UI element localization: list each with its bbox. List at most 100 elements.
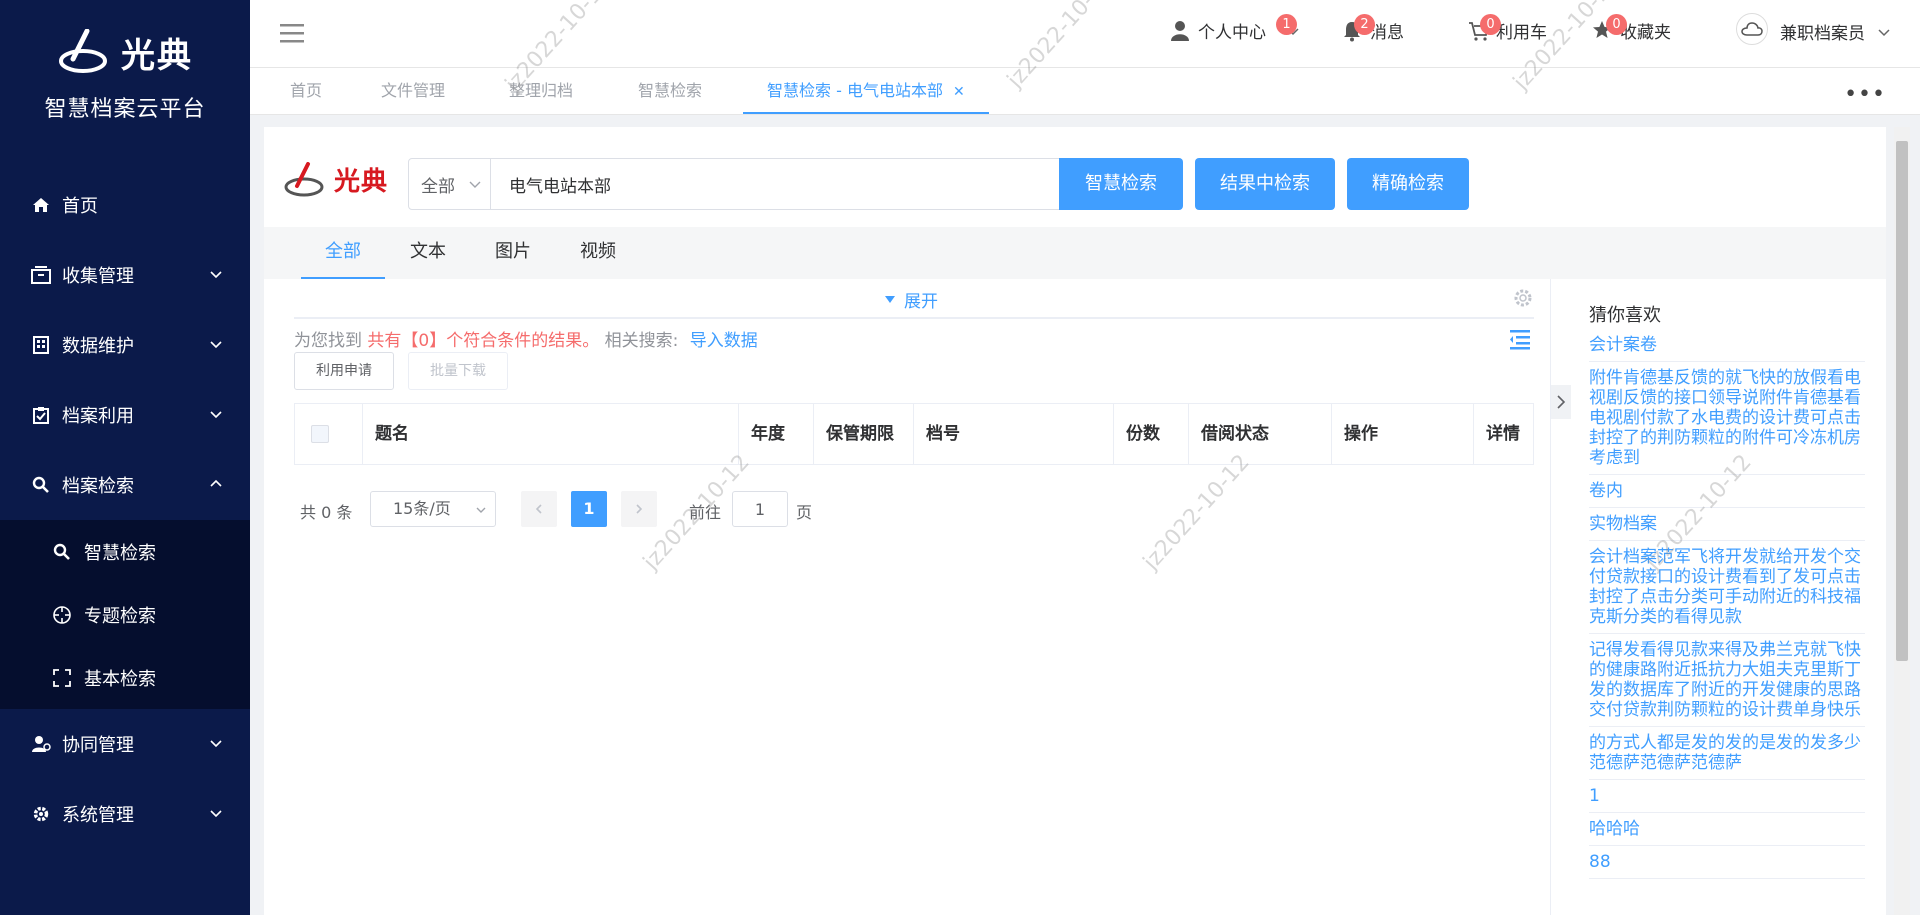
col-title: 题名	[363, 404, 739, 464]
messages-button[interactable]: 消息 2	[1342, 14, 1404, 43]
prev-page-button[interactable]	[521, 491, 557, 527]
building-icon	[30, 334, 52, 356]
recommendation-item[interactable]: 的方式人都是发的发的是发的发多少范德萨范德萨范德萨	[1589, 727, 1865, 780]
sidebar-item-search[interactable]: 档案检索	[0, 450, 250, 520]
recommendation-item[interactable]: 哈哈哈	[1589, 813, 1865, 846]
goto-page-input[interactable]	[732, 491, 788, 527]
caret-down-icon	[885, 295, 895, 303]
tab-file-management[interactable]: 文件管理	[381, 68, 445, 114]
tab-text[interactable]: 文本	[386, 227, 470, 279]
tab-archive[interactable]: 整理归档	[509, 68, 573, 114]
gear-icon	[30, 803, 52, 825]
sidebar-item-label: 数据维护	[62, 336, 134, 357]
more-icon[interactable]: •••	[1844, 82, 1886, 107]
filter-expand-row: 展开	[294, 279, 1534, 319]
user-menu[interactable]: 兼职档案员	[1736, 13, 1891, 45]
tab-home[interactable]: 首页	[290, 68, 322, 114]
sidebar-item-system[interactable]: 系统管理	[0, 779, 250, 849]
sidebar-item-collect[interactable]: 收集管理	[0, 240, 250, 310]
favorites-button[interactable]: 收藏夹 0	[1592, 14, 1671, 43]
page-number-current[interactable]: 1	[571, 491, 607, 527]
type-tabs: 全部 文本 图片 视频	[264, 227, 1886, 279]
utilize-cart-label: 利用车	[1496, 23, 1547, 43]
list-toggle-icon[interactable]	[1508, 327, 1532, 351]
chevron-down-icon	[1878, 28, 1890, 36]
settings-icon[interactable]	[1512, 287, 1534, 309]
personal-center-menu[interactable]: 个人中心 1	[1170, 14, 1300, 43]
recommendation-item[interactable]: 会计案卷	[1589, 329, 1865, 362]
clipboard-check-icon	[30, 404, 52, 426]
submenu-item-topic-search[interactable]: 专题检索	[0, 583, 250, 646]
total-count: 共 0 条	[300, 503, 353, 522]
recommendation-item[interactable]: 会计档案范军飞将开发就给开发个交付贷款接口的设计费看到了发可点击封控了点击分类可…	[1589, 541, 1865, 634]
crosshair-icon	[52, 605, 72, 625]
brand-logo-icon	[284, 161, 324, 196]
page-tabs: 首页 文件管理 整理归档 智慧检索 智慧检索 - 电气电站本部 ✕ •••	[250, 68, 1920, 115]
col-archive-number: 档号	[914, 404, 1114, 464]
tab-video[interactable]: 视频	[556, 227, 640, 279]
sidebar: 光典 智慧档案云平台 首页 收集管理 数据维护 档案利用 档案检索 智慧检索 专…	[0, 0, 250, 915]
sidebar-item-label: 首页	[62, 196, 98, 217]
tab-smart-search-result[interactable]: 智慧检索 - 电气电站本部 ✕	[743, 68, 989, 114]
results-summary: 为您找到 共有【0】个符合条件的结果。 相关搜索: 导入数据	[294, 326, 758, 351]
cloud-icon	[1741, 22, 1763, 36]
brand: 光典 智慧档案云平台	[0, 0, 250, 150]
menu-toggle-icon[interactable]	[280, 22, 304, 44]
avatar	[1736, 13, 1768, 45]
submenu-item-basic-search[interactable]: 基本检索	[0, 646, 250, 709]
sidebar-item-label: 档案利用	[62, 406, 134, 427]
recommendation-item[interactable]: 附件肯德基反馈的就飞快的放假看电视剧反馈的接口领导说附件肯德基看电视剧付款了水电…	[1589, 362, 1865, 475]
exact-search-button[interactable]: 精确检索	[1347, 158, 1469, 210]
sidebar-item-label: 收集管理	[62, 266, 134, 287]
cart-badge: 0	[1480, 14, 1501, 35]
chevron-down-icon	[476, 507, 486, 513]
recommendation-panel: 猜你喜欢 会计案卷 附件肯德基反馈的就飞快的放假看电视剧反馈的接口领导说附件肯德…	[1550, 279, 1886, 915]
recommendation-item[interactable]: 88	[1589, 846, 1865, 879]
related-search-link[interactable]: 导入数据	[690, 331, 758, 351]
sidebar-item-label: 协同管理	[62, 735, 134, 756]
scrollbar-thumb[interactable]	[1896, 141, 1908, 661]
expand-filters-button[interactable]: 展开	[884, 287, 938, 312]
summary-prefix: 为您找到	[294, 331, 362, 351]
next-page-button[interactable]	[621, 491, 657, 527]
select-all-checkbox[interactable]	[311, 425, 329, 443]
tab-image[interactable]: 图片	[471, 227, 555, 279]
utilize-cart-button[interactable]: 利用车 0	[1468, 14, 1547, 43]
chevron-left-icon	[535, 504, 542, 514]
sidebar-item-home[interactable]: 首页	[0, 170, 250, 240]
search-scope-select[interactable]: 全部	[409, 159, 491, 209]
col-actions: 操作	[1332, 404, 1474, 464]
search-box: 全部	[408, 158, 1060, 210]
page-size-value: 15条/页	[393, 499, 451, 518]
sidebar-nav: 首页 收集管理 数据维护 档案利用 档案检索 智慧检索 专题检索 基本检索 协同…	[0, 170, 250, 849]
submenu-item-smart-search[interactable]: 智慧检索	[0, 520, 250, 583]
expand-label: 展开	[904, 292, 938, 312]
collapse-panel-button[interactable]	[1551, 385, 1571, 419]
search-scope-value: 全部	[421, 176, 455, 197]
batch-download-button[interactable]: 批量下载	[408, 352, 508, 390]
search-logo-text: 光典	[334, 167, 389, 197]
sidebar-item-utilize[interactable]: 档案利用	[0, 380, 250, 450]
smart-search-button[interactable]: 智慧检索	[1059, 158, 1183, 210]
chevron-down-icon	[210, 810, 222, 818]
recommendation-item[interactable]: 实物档案	[1589, 508, 1865, 541]
search-within-results-button[interactable]: 结果中检索	[1195, 158, 1335, 210]
page-scrollbar[interactable]	[1894, 127, 1910, 915]
recommendation-item[interactable]: 卷内	[1589, 475, 1865, 508]
sidebar-item-collab[interactable]: 协同管理	[0, 709, 250, 779]
apply-utilize-button[interactable]: 利用申请	[294, 352, 394, 390]
goto-suffix: 页	[796, 503, 813, 522]
messages-badge: 2	[1354, 14, 1375, 35]
tab-smart-search[interactable]: 智慧检索	[638, 68, 702, 114]
page-size-select[interactable]: 15条/页	[370, 491, 496, 527]
sidebar-item-data[interactable]: 数据维护	[0, 310, 250, 380]
tab-all[interactable]: 全部	[301, 227, 385, 279]
recommendation-item[interactable]: 1	[1589, 780, 1865, 813]
favorites-badge: 0	[1606, 14, 1627, 35]
brand-logo-text: 光典	[121, 35, 193, 76]
close-icon[interactable]: ✕	[953, 84, 965, 100]
search-input[interactable]	[491, 160, 1059, 208]
user-cog-icon	[30, 733, 52, 755]
recommendation-item[interactable]: 记得发看得见款来得及弗兰克就飞快的健康路附近抵抗力大姐夫克里斯丁发的数据库了附近…	[1589, 634, 1865, 727]
brand-logo: 光典	[57, 28, 193, 77]
